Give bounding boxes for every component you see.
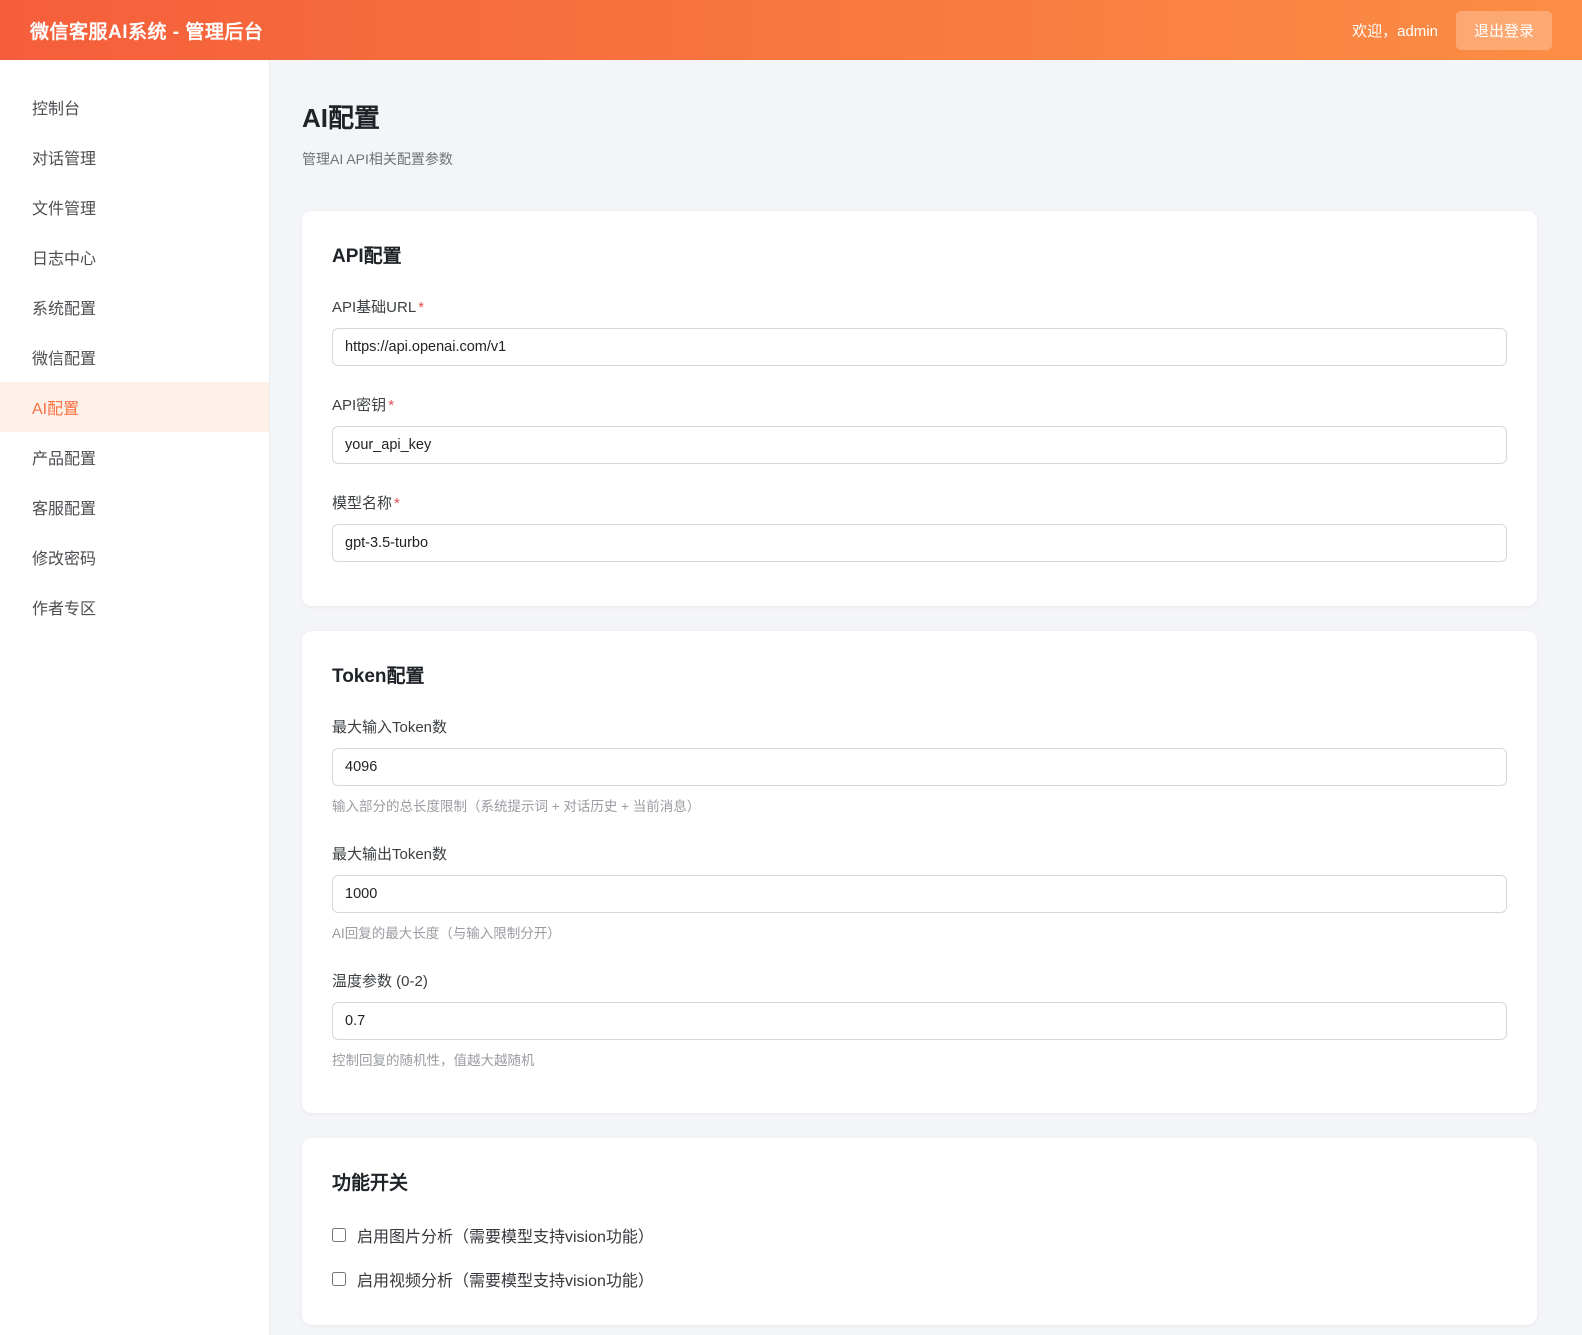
sidebar-item-wechat-config[interactable]: 微信配置 [0,332,269,382]
temperature-hint: 控制回复的随机性，值越大越随机 [332,1049,1507,1069]
field-api-base-url: API基础URL* [332,296,1507,366]
max-output-tokens-label: 最大输出Token数 [332,843,1507,864]
welcome-text: 欢迎，admin [1352,20,1438,41]
temperature-input[interactable] [332,1002,1507,1040]
sidebar-item-conversations[interactable]: 对话管理 [0,132,269,182]
field-temperature: 温度参数 (0-2) 控制回复的随机性，值越大越随机 [332,970,1507,1069]
card-api-config: API配置 API基础URL* API密钥* 模型名称* [302,211,1537,606]
logout-button[interactable]: 退出登录 [1456,11,1552,50]
sidebar-item-logs[interactable]: 日志中心 [0,232,269,282]
sidebar-item-ai-config[interactable]: AI配置 [0,382,269,432]
sidebar: 控制台 对话管理 文件管理 日志中心 系统配置 微信配置 AI配置 产品配置 客… [0,60,270,1335]
api-key-label: API密钥* [332,394,1507,415]
api-key-input[interactable] [332,426,1507,464]
max-input-tokens-hint: 输入部分的总长度限制（系统提示词 + 对话历史 + 当前消息） [332,795,1507,815]
token-config-card-title: Token配置 [332,661,1507,688]
model-name-label: 模型名称* [332,492,1507,513]
field-model-name: 模型名称* [332,492,1507,562]
api-base-url-input[interactable] [332,328,1507,366]
model-name-input[interactable] [332,524,1507,562]
sidebar-item-dashboard[interactable]: 控制台 [0,82,269,132]
page-subtitle: 管理AI API相关配置参数 [302,149,1537,169]
field-max-input-tokens: 最大输入Token数 输入部分的总长度限制（系统提示词 + 对话历史 + 当前消… [332,716,1507,815]
image-analysis-toggle-row[interactable]: 启用图片分析（需要模型支持vision功能） [332,1223,1507,1247]
max-input-tokens-input[interactable] [332,748,1507,786]
main-content: AI配置 管理AI API相关配置参数 API配置 API基础URL* API密… [270,60,1582,1335]
sidebar-item-change-password[interactable]: 修改密码 [0,532,269,582]
required-asterisk: * [418,299,424,316]
api-config-card-title: API配置 [332,241,1507,268]
image-analysis-checkbox[interactable] [332,1228,346,1242]
field-api-key: API密钥* [332,394,1507,464]
sidebar-item-product-config[interactable]: 产品配置 [0,432,269,482]
api-base-url-label: API基础URL* [332,296,1507,317]
video-analysis-toggle-row[interactable]: 启用视频分析（需要模型支持vision功能） [332,1267,1507,1291]
required-asterisk: * [394,495,400,512]
feature-switches-card-title: 功能开关 [332,1168,1507,1195]
max-output-tokens-input[interactable] [332,875,1507,913]
required-asterisk: * [388,397,394,414]
video-analysis-checkbox[interactable] [332,1272,346,1286]
sidebar-item-customer-service-config[interactable]: 客服配置 [0,482,269,532]
header-right: 欢迎，admin 退出登录 [1352,11,1552,50]
api-key-label-text: API密钥 [332,397,386,414]
video-analysis-label: 启用视频分析（需要模型支持vision功能） [357,1267,654,1291]
field-max-output-tokens: 最大输出Token数 AI回复的最大长度（与输入限制分开） [332,843,1507,942]
layout: 控制台 对话管理 文件管理 日志中心 系统配置 微信配置 AI配置 产品配置 客… [0,60,1582,1335]
app-header: 微信客服AI系统 - 管理后台 欢迎，admin 退出登录 [0,0,1582,60]
api-base-url-label-text: API基础URL [332,299,416,316]
card-token-config: Token配置 最大输入Token数 输入部分的总长度限制（系统提示词 + 对话… [302,631,1537,1113]
sidebar-item-files[interactable]: 文件管理 [0,182,269,232]
sidebar-item-author-zone[interactable]: 作者专区 [0,582,269,632]
max-output-tokens-hint: AI回复的最大长度（与输入限制分开） [332,922,1507,942]
app-title: 微信客服AI系统 - 管理后台 [30,17,263,44]
temperature-label: 温度参数 (0-2) [332,970,1507,991]
card-feature-switches: 功能开关 启用图片分析（需要模型支持vision功能） 启用视频分析（需要模型支… [302,1138,1537,1325]
image-analysis-label: 启用图片分析（需要模型支持vision功能） [357,1223,654,1247]
sidebar-item-system-config[interactable]: 系统配置 [0,282,269,332]
model-name-label-text: 模型名称 [332,495,392,512]
max-input-tokens-label: 最大输入Token数 [332,716,1507,737]
page-title: AI配置 [302,98,1537,135]
